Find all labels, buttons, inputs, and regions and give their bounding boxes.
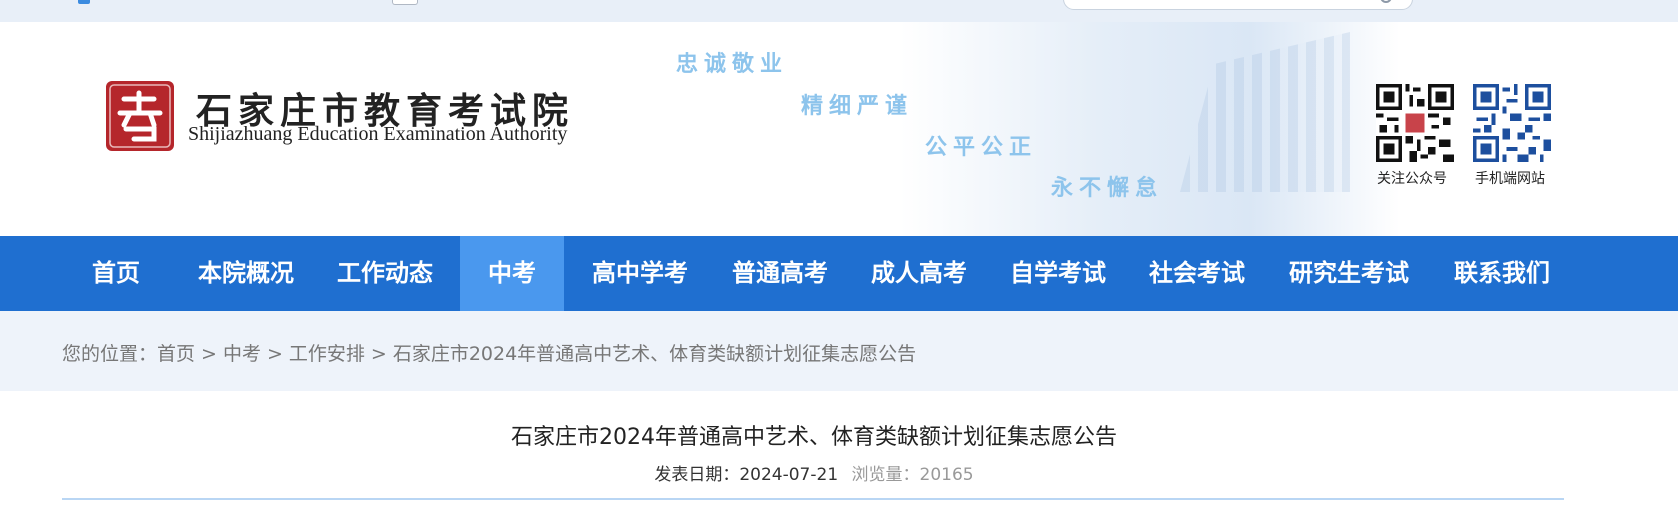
motto-1: 忠诚敬业: [676, 51, 789, 77]
breadcrumb-separator: >: [266, 343, 283, 365]
seal-logo-icon[interactable]: [104, 79, 176, 153]
breadcrumb-bar: 您的位置：首页 > 中考 > 工作安排 > 石家庄市2024年普通高中艺术、体育类缺额计划征…: [0, 311, 1678, 391]
nav-item-news[interactable]: 工作动态: [327, 236, 443, 311]
breadcrumb: 您的位置：首页 > 中考 > 工作安排 > 石家庄市2024年普通高中艺术、体育类缺额计划征…: [62, 339, 916, 366]
nav-item-zikao[interactable]: 自学考试: [1000, 236, 1116, 311]
nav-item-chengkao[interactable]: 成人高考: [861, 236, 977, 311]
nav-item-zhongkao[interactable]: 中考: [460, 236, 564, 311]
date-label: 发表日期：: [654, 465, 740, 485]
views-label: 浏览量：: [851, 465, 920, 485]
language-toggle[interactable]: [392, 0, 418, 5]
search-box: [1063, 0, 1413, 10]
nav-item-contact[interactable]: 联系我们: [1444, 236, 1560, 311]
search-input[interactable]: [1080, 0, 1370, 9]
breadcrumb-zhongkao[interactable]: 中考: [223, 343, 261, 365]
article-meta: 发表日期：2024-07-21 浏览量：20165: [0, 460, 1628, 485]
search-icon[interactable]: [1380, 0, 1392, 3]
nav-item-shehui[interactable]: 社会考试: [1139, 236, 1255, 311]
qr-code-icon: [1376, 84, 1454, 162]
breadcrumb-prefix: 您的位置：: [62, 343, 158, 365]
motto-4: 永不懈怠: [1051, 175, 1164, 201]
date-value: 2024-07-21: [739, 465, 839, 485]
top-utility-bar: [0, 0, 1678, 22]
breadcrumb-home[interactable]: 首页: [157, 343, 195, 365]
qr-label-wechat: 关注公众号: [1377, 171, 1447, 187]
user-icon[interactable]: [78, 0, 90, 4]
article-title: 石家庄市2024年普通高中艺术、体育类缺额计划征集志愿公告: [511, 425, 1117, 450]
site-header: 石家庄市教育考试院 Shijiazhuang Education Examina…: [0, 22, 1678, 236]
motto-2: 精细严谨: [801, 93, 914, 119]
qr-label-mobile: 手机端网站: [1475, 171, 1545, 187]
site-name-en[interactable]: Shijiazhuang Education Examination Autho…: [188, 123, 567, 146]
nav-item-about[interactable]: 本院概况: [188, 236, 304, 311]
breadcrumb-separator: >: [370, 343, 387, 365]
nav-item-gaokao[interactable]: 普通高考: [722, 236, 838, 311]
breadcrumb-work-plan[interactable]: 工作安排: [289, 343, 365, 365]
nav-item-yanjiusheng[interactable]: 研究生考试: [1279, 236, 1419, 311]
title-divider: [62, 498, 1564, 500]
breadcrumb-current[interactable]: 石家庄市2024年普通高中艺术、体育类缺额计划征集志愿公告: [393, 343, 916, 365]
breadcrumb-separator: >: [201, 343, 217, 365]
views-value: 20165: [919, 465, 974, 485]
motto-3: 公平公正: [925, 134, 1038, 160]
main-nav: 首页 本院概况 工作动态 中考 高中学考 普通高考 成人高考 自学考试 社会考试…: [0, 236, 1678, 311]
nav-item-home[interactable]: 首页: [76, 236, 156, 311]
nav-item-xuekao[interactable]: 高中学考: [582, 236, 698, 311]
qr-code-icon: [1473, 84, 1551, 162]
